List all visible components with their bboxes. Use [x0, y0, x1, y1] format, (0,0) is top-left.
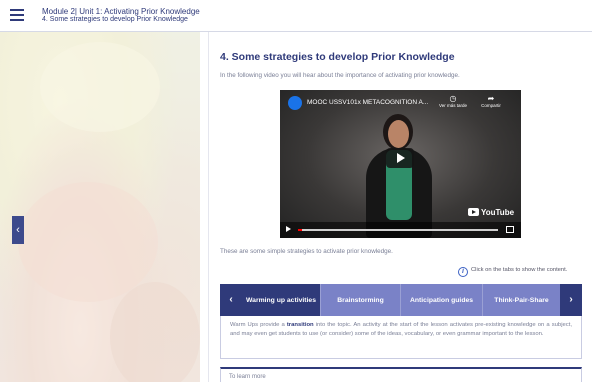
play-icon[interactable]	[286, 226, 291, 232]
tab-brainstorming[interactable]: Brainstorming	[320, 284, 400, 316]
speaker-face	[388, 120, 409, 148]
youtube-icon	[468, 208, 479, 216]
tab-label: Brainstorming	[337, 296, 384, 304]
video-title[interactable]: MOOC USSV101x METACOGNITION A...	[307, 99, 428, 106]
share-arrow-icon: ➦	[487, 94, 495, 103]
share-button[interactable]: ➦ Compartir	[476, 94, 506, 108]
strategies-intro: These are some simple strategies to acti…	[220, 248, 393, 255]
watch-later-label: Ver más tarde	[438, 103, 467, 108]
breadcrumb-module: Module 2| Unit 1: Activating Prior Knowl…	[42, 7, 200, 16]
to-learn-more-box[interactable]: To learn more	[220, 367, 582, 382]
chevron-left-icon: ‹	[16, 224, 20, 236]
hamburger-menu-icon[interactable]	[10, 9, 24, 21]
watch-later-button[interactable]: ◷ Ver más tarde	[438, 94, 468, 108]
fullscreen-icon[interactable]	[506, 226, 514, 233]
hero-image: ‹	[0, 32, 200, 382]
top-bar: Module 2| Unit 1: Activating Prior Knowl…	[0, 0, 592, 32]
tab-think-pair-share[interactable]: Think-Pair-Share	[482, 284, 560, 316]
video-player[interactable]: MOOC USSV101x METACOGNITION A... ◷ Ver m…	[280, 90, 521, 238]
tab-panel-keyword: transition	[286, 322, 314, 328]
channel-logo-icon[interactable]	[288, 96, 302, 110]
tabs-hint: i Click on the tabs to show the content.	[458, 267, 567, 277]
lesson-content-panel: 4. Some strategies to develop Prior Know…	[208, 32, 592, 382]
page-title: 4. Some strategies to develop Prior Know…	[220, 51, 455, 63]
intro-text: In the following video you will hear abo…	[220, 72, 460, 79]
video-progress-bar[interactable]	[298, 229, 498, 231]
lesson-content: 4. Some strategies to develop Prior Know…	[208, 32, 592, 382]
tab-anticipation-guides[interactable]: Anticipation guides	[400, 284, 482, 316]
tab-warming-up[interactable]: Warming up activities	[242, 284, 320, 316]
strategy-tabs: ‹ Warming up activities Brainstorming An…	[220, 284, 582, 316]
tab-label: Anticipation guides	[409, 296, 474, 304]
hero-image-overlay	[0, 32, 200, 382]
tab-panel: Warm Ups provide a transition into the t…	[220, 316, 582, 359]
youtube-label: YouTube	[481, 208, 515, 217]
chevron-right-icon: ›	[569, 294, 573, 305]
tabs-hint-text: Click on the tabs to show the content.	[471, 267, 568, 273]
tab-label: Think-Pair-Share	[494, 296, 549, 304]
tabs-prev-button[interactable]: ‹	[220, 284, 242, 316]
video-progress-fill	[298, 229, 302, 231]
info-icon: i	[458, 267, 468, 277]
share-label: Compartir	[481, 103, 501, 108]
video-controls	[280, 222, 521, 238]
clock-icon: ◷	[449, 94, 457, 103]
play-button[interactable]	[386, 148, 414, 168]
breadcrumb-section: 4. Some strategies to develop Prior Know…	[42, 16, 188, 23]
tab-panel-text-start: Warm Ups provide a	[230, 322, 287, 328]
youtube-logo[interactable]: YouTube	[468, 208, 514, 217]
to-learn-more-label: To learn more	[229, 374, 266, 380]
tabs-next-button[interactable]: ›	[560, 284, 582, 316]
chevron-left-icon: ‹	[229, 294, 233, 305]
previous-page-button[interactable]: ‹	[12, 216, 24, 244]
tab-label: Warming up activities	[246, 296, 316, 304]
